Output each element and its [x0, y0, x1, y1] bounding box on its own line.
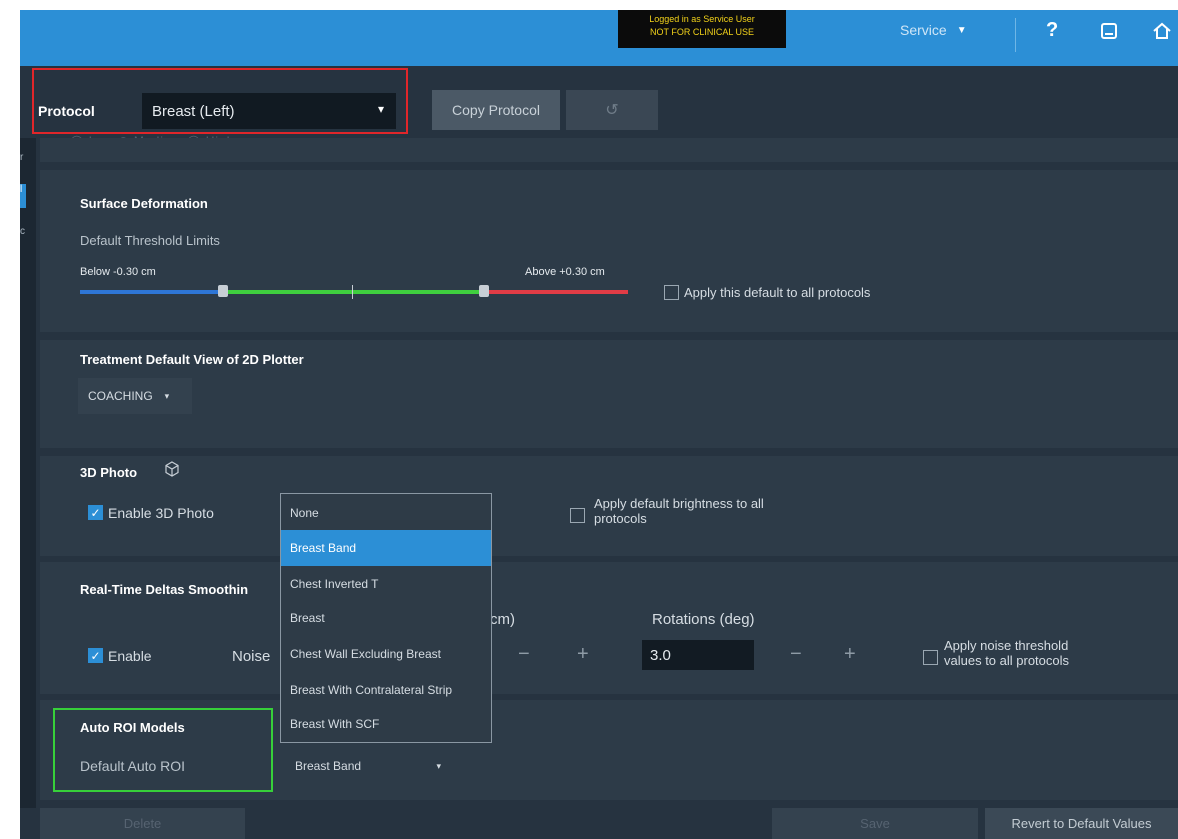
photo-3d-title: 3D Photo — [80, 465, 138, 480]
login-status-line1: Logged in as Service User — [649, 14, 755, 24]
slider-within-segment — [223, 290, 484, 294]
slider-lower-handle[interactable] — [218, 285, 228, 297]
translations-increment-button[interactable]: + — [577, 643, 589, 666]
apply-brightness-checkbox[interactable] — [570, 508, 585, 523]
panel-remnant — [40, 138, 1178, 162]
caret-down-icon: ▼ — [956, 24, 967, 36]
slider-above-segment — [484, 290, 628, 294]
auto-roi-highlight-box — [53, 708, 273, 792]
undo-icon: ↺ — [605, 102, 619, 119]
enable-3d-photo-checkbox[interactable]: ✓ — [88, 505, 103, 520]
top-bar: Logged in as Service User NOT FOR CLINIC… — [20, 10, 1178, 66]
apply-default-label: Apply this default to all protocols — [684, 285, 871, 300]
dropdown-option-breast-band[interactable]: Breast Band — [281, 530, 491, 566]
apply-noise-line2: values to all protocols — [944, 653, 1070, 668]
window-icon[interactable] — [1100, 22, 1118, 46]
apply-brightness-label: Apply default brightness to all protocol… — [594, 496, 764, 526]
auto-roi-dropdown-list: None Breast Band Chest Inverted T Breast… — [280, 493, 492, 743]
dropdown-option-chest-wall-excluding-breast[interactable]: Chest Wall Excluding Breast — [281, 636, 491, 672]
app-window: Logged in as Service User NOT FOR CLINIC… — [20, 10, 1178, 839]
left-nav-tag[interactable]: c — [20, 226, 25, 237]
cube-icon — [164, 461, 180, 482]
protocol-highlight-box — [32, 68, 408, 134]
dropdown-option-breast-with-scf[interactable]: Breast With SCF — [281, 706, 491, 742]
login-status-line2: NOT FOR CLINICAL USE — [649, 27, 755, 37]
auto-roi-select-value: Breast Band — [295, 759, 362, 773]
apply-noise-label: Apply noise threshold values to all prot… — [944, 638, 1069, 668]
rotations-decrement-button[interactable]: − — [790, 643, 802, 666]
noise-label: Noise — [232, 648, 271, 665]
rotations-input[interactable]: 3.0 — [642, 640, 754, 670]
login-status-badge: Logged in as Service User NOT FOR CLINIC… — [618, 10, 786, 48]
deltas-smoothing-title: Real-Time Deltas Smoothin — [80, 582, 249, 597]
undo-button[interactable]: ↺ — [566, 90, 658, 130]
slider-below-segment — [80, 290, 223, 294]
revert-defaults-button[interactable]: Revert to Default Values — [985, 808, 1178, 839]
apply-default-checkbox[interactable] — [664, 285, 679, 300]
home-icon[interactable] — [1152, 22, 1172, 46]
dropdown-option-breast[interactable]: Breast — [281, 600, 491, 636]
slider-upper-handle[interactable] — [479, 285, 489, 297]
plotter-view-value: COACHING — [88, 389, 153, 403]
apply-brightness-line1: Apply default brightness to all — [594, 496, 764, 511]
footer-bar: Delete Save Revert to Default Values — [20, 808, 1178, 839]
caret-down-icon: ▾ — [164, 390, 170, 401]
left-nav-tag[interactable]: r — [20, 152, 23, 163]
copy-protocol-button[interactable]: Copy Protocol — [432, 90, 560, 130]
apply-noise-line1: Apply noise threshold — [944, 638, 1069, 653]
dropdown-option-contralateral-strip[interactable]: Breast With Contralateral Strip — [281, 672, 491, 708]
delete-button[interactable]: Delete — [40, 808, 245, 839]
enable-3d-photo-label: Enable 3D Photo — [108, 505, 214, 521]
plotter-view-select[interactable]: COACHING ▾ — [78, 378, 192, 414]
translations-decrement-button[interactable]: − — [518, 643, 530, 666]
auto-roi-select[interactable]: Breast Band ▾ — [285, 748, 455, 784]
caret-down-icon: ▾ — [436, 760, 441, 771]
threshold-subtitle: Default Threshold Limits — [80, 233, 220, 248]
top-bar-divider — [1015, 18, 1016, 52]
dropdown-option-chest-inverted-t[interactable]: Chest Inverted T — [281, 566, 491, 602]
surface-deformation-title: Surface Deformation — [80, 196, 208, 211]
rotations-label: Rotations (deg) — [652, 611, 755, 628]
save-button[interactable]: Save — [772, 808, 978, 839]
left-nav-strip: r l c — [20, 66, 36, 839]
plotter-view-title: Treatment Default View of 2D Plotter — [80, 352, 304, 367]
enable-smoothing-checkbox[interactable]: ✓ — [88, 648, 103, 663]
above-threshold-label: Above +0.30 cm — [525, 266, 605, 278]
slider-center-tick — [352, 285, 353, 299]
threshold-slider[interactable] — [80, 285, 628, 299]
apply-brightness-line2: protocols — [594, 511, 647, 526]
service-menu[interactable]: Service ▼ — [900, 22, 967, 38]
below-threshold-label: Below -0.30 cm — [80, 266, 156, 278]
surface-deformation-panel — [40, 170, 1178, 332]
translations-unit-label: cm) — [490, 611, 515, 628]
help-icon[interactable]: ? — [1046, 19, 1058, 42]
rotations-increment-button[interactable]: + — [844, 643, 856, 666]
enable-smoothing-label: Enable — [108, 648, 152, 664]
left-nav-tag-active[interactable]: l — [20, 184, 26, 208]
dropdown-option-none[interactable]: None — [281, 495, 491, 531]
service-menu-label: Service — [900, 22, 947, 38]
apply-noise-checkbox[interactable] — [923, 650, 938, 665]
